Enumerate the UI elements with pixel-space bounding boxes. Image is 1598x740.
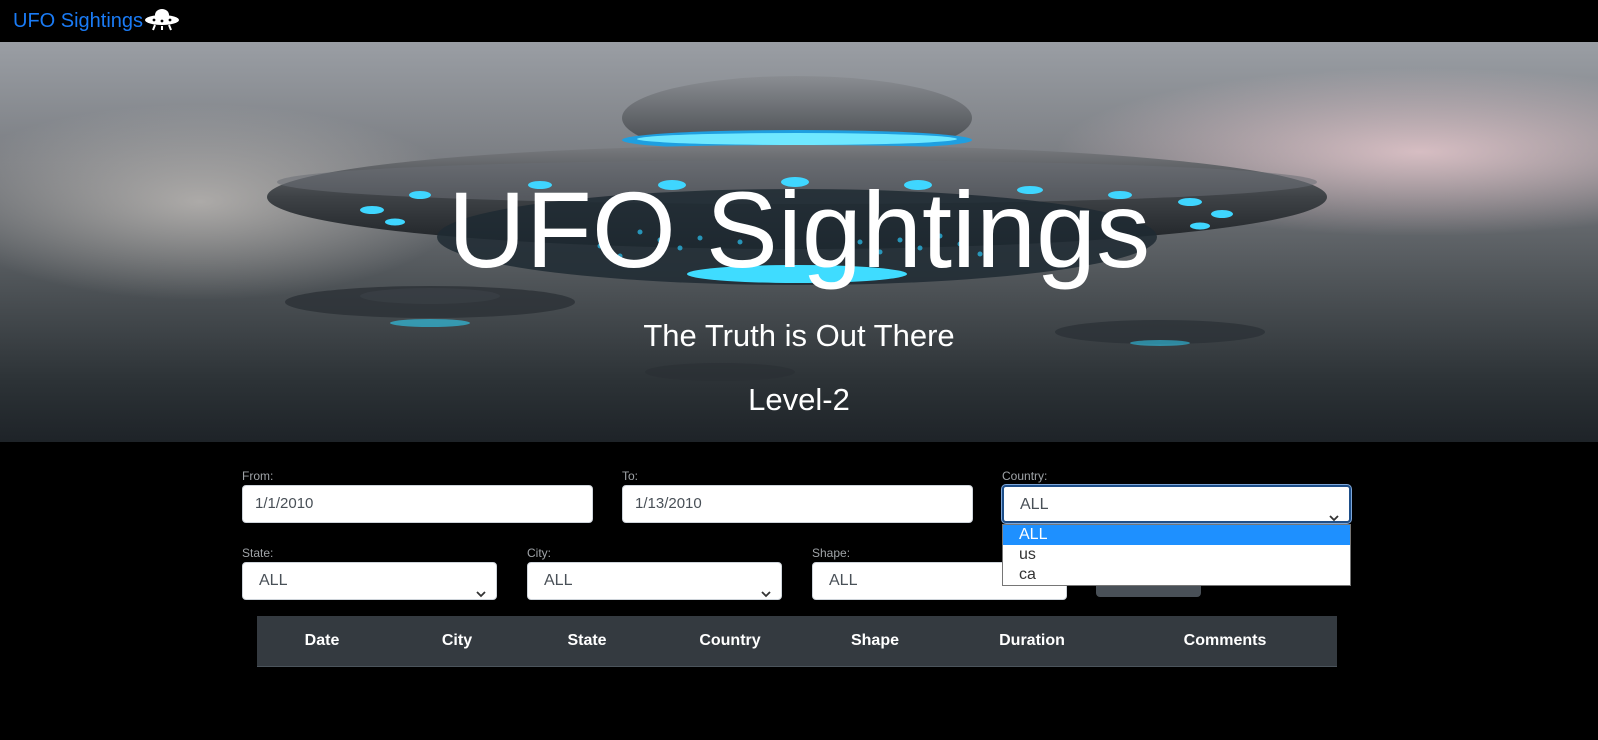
column-header-date[interactable]: Date [277,616,367,666]
city-label: City: [527,546,551,560]
from-date-input[interactable]: 1/1/2010 [242,485,593,523]
country-select-value: ALL [1020,496,1049,513]
city-select-value: ALL [544,572,573,589]
column-header-shape[interactable]: Shape [830,616,920,666]
city-select[interactable]: ALL [527,562,782,600]
column-header-city[interactable]: City [412,616,502,666]
navbar: UFO Sightings [0,0,1598,42]
state-label: State: [242,546,274,560]
column-header-comments[interactable]: Comments [1160,616,1290,666]
brand-text: UFO Sightings [13,10,144,32]
chevron-down-icon [476,576,486,612]
from-label: From: [242,469,274,483]
column-header-state[interactable]: State [542,616,632,666]
to-label: To: [622,469,639,483]
column-header-country[interactable]: Country [675,616,785,666]
hero-subtitle: The Truth is Out There [643,318,955,353]
shape-select-value: ALL [829,572,858,589]
country-option-ca[interactable]: ca [1003,565,1350,585]
country-option-us[interactable]: us [1003,545,1350,565]
hero-title: UFO Sightings [447,169,1151,290]
hero-level: Level-2 [748,382,850,417]
state-select[interactable]: ALL [242,562,497,600]
shape-label: Shape: [812,546,851,560]
country-dropdown-list: ALL us ca [1002,524,1351,586]
country-select[interactable]: ALL [1002,485,1351,523]
sightings-table-header: Date City State Country Shape Duration C… [257,616,1337,667]
chevron-down-icon [761,576,771,612]
country-option-all[interactable]: ALL [1003,525,1350,545]
column-header-duration[interactable]: Duration [977,616,1087,666]
hero-banner: UFO Sightings The Truth is Out There Lev… [0,42,1598,442]
to-date-input[interactable]: 1/13/2010 [622,485,973,523]
brand-link[interactable]: UFO Sightings [13,6,180,37]
ufo-icon [144,7,180,37]
state-select-value: ALL [259,572,288,589]
country-label: Country: [1002,469,1048,483]
